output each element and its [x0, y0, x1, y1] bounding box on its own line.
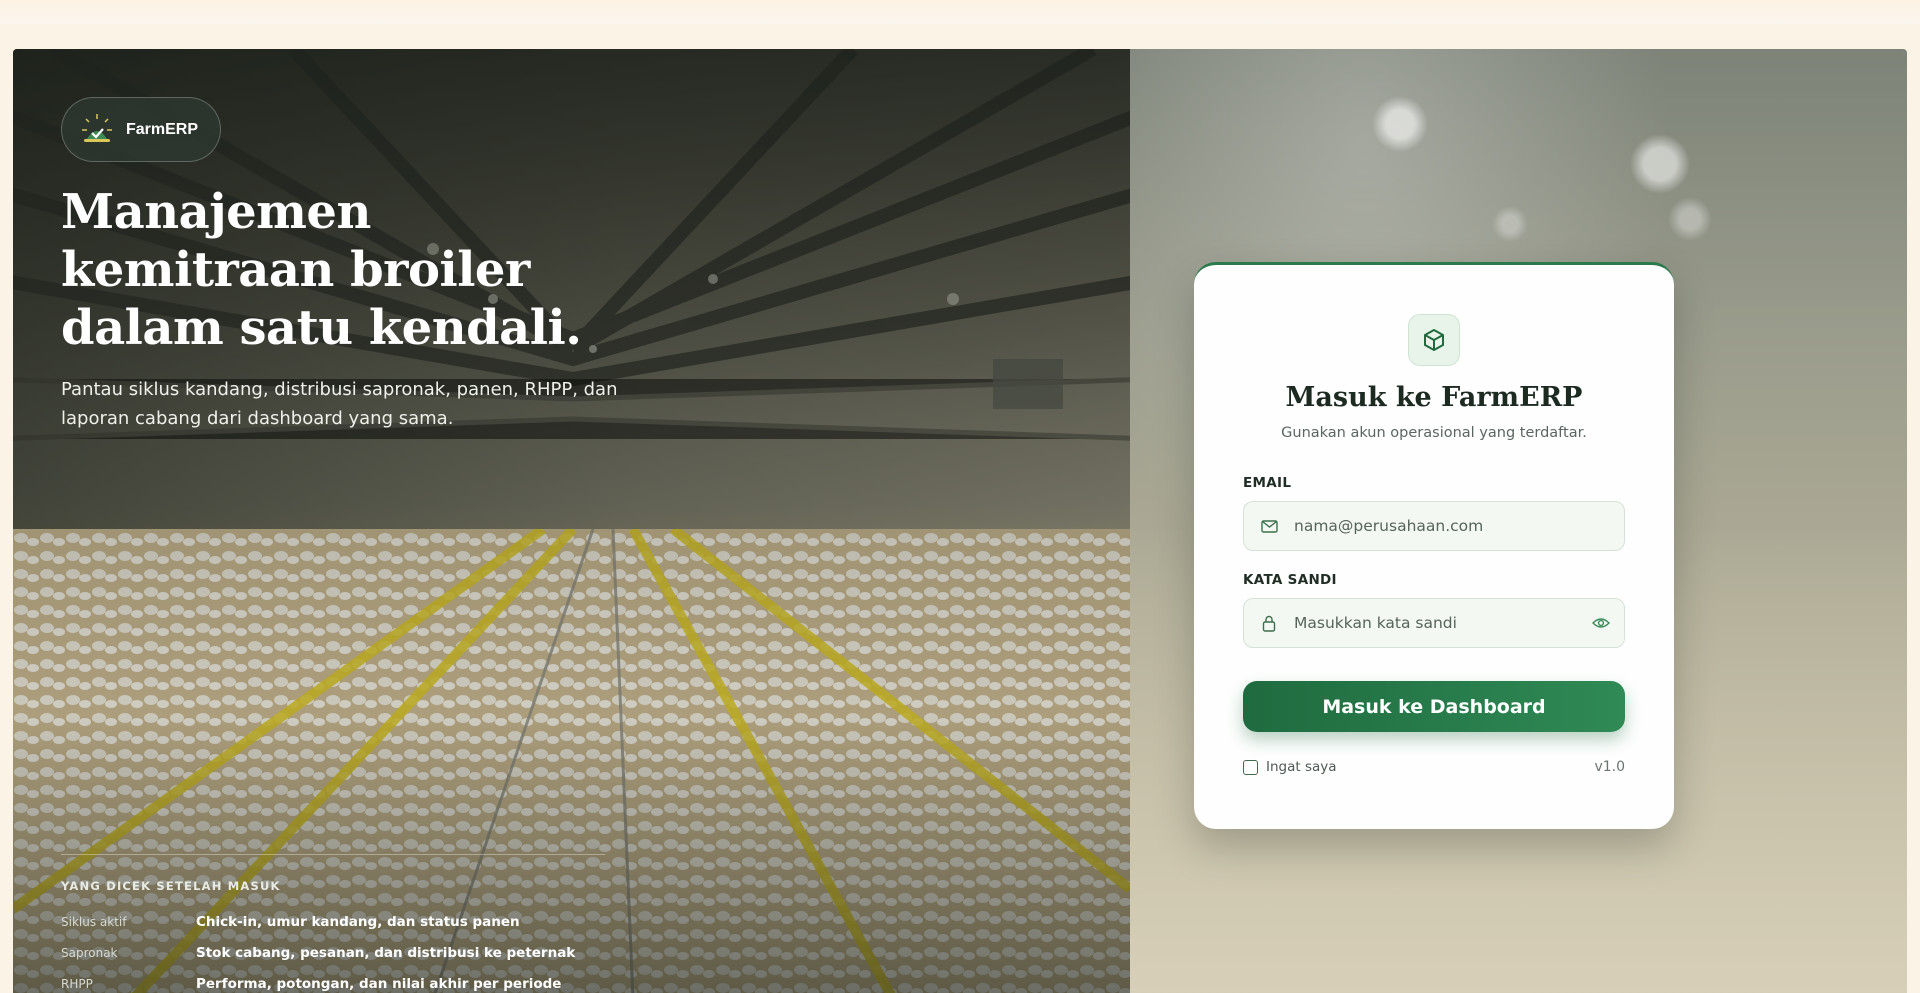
post-login-checks: YANG DICEK SETELAH MASUK Siklus aktif Ch… [61, 854, 605, 993]
email-label: EMAIL [1243, 475, 1292, 491]
remember-me-label: Ingat saya [1266, 759, 1337, 775]
farm-logo-icon [78, 111, 116, 149]
login-card: Masuk ke FarmERP Gunakan akun operasiona… [1194, 262, 1674, 829]
check-key: Sapronak [61, 945, 118, 960]
check-row: Siklus aktif Chick-in, umur kandang, dan… [61, 906, 605, 937]
login-subtitle: Gunakan akun operasional yang terdaftar. [1281, 425, 1587, 441]
version-label: v1.0 [1594, 759, 1625, 775]
brand-name: FarmERP [126, 120, 199, 138]
password-field-wrapper [1243, 598, 1625, 648]
check-row: RHPP Performa, potongan, dan nilai akhir… [61, 968, 605, 993]
remember-me-checkbox[interactable]: Ingat saya [1243, 759, 1337, 775]
brand-pill: FarmERP [61, 97, 221, 162]
login-submit-button[interactable]: Masuk ke Dashboard [1243, 681, 1625, 732]
login-title: Masuk ke FarmERP [1285, 382, 1583, 413]
password-input[interactable] [1294, 614, 1578, 632]
check-key: RHPP [61, 976, 93, 991]
check-row: Sapronak Stok cabang, pesanan, dan distr… [61, 937, 605, 968]
email-input[interactable] [1294, 517, 1624, 535]
box-icon [1408, 314, 1460, 366]
check-value: Chick-in, umur kandang, dan status panen [196, 913, 520, 930]
checks-heading: YANG DICEK SETELAH MASUK [61, 879, 281, 893]
password-label: KATA SANDI [1243, 572, 1337, 588]
check-value: Performa, potongan, dan nilai akhir per … [196, 975, 562, 992]
check-value: Stok cabang, pesanan, dan distribusi ke … [196, 944, 576, 961]
mail-icon [1244, 519, 1294, 533]
top-strip [0, 0, 1920, 24]
hero-subtitle: Pantau siklus kandang, distribusi sapron… [61, 379, 618, 429]
email-field-wrapper [1243, 501, 1625, 551]
hero-panel: FarmERP Manajemen kemitraan broiler dala… [13, 49, 1130, 993]
check-key: Siklus aktif [61, 914, 127, 929]
hero-title: Manajemen kemitraan broiler dalam satu k… [61, 184, 582, 356]
show-password-eye-icon[interactable] [1578, 617, 1624, 629]
lock-icon [1244, 615, 1294, 632]
checkbox-box[interactable] [1243, 759, 1258, 775]
